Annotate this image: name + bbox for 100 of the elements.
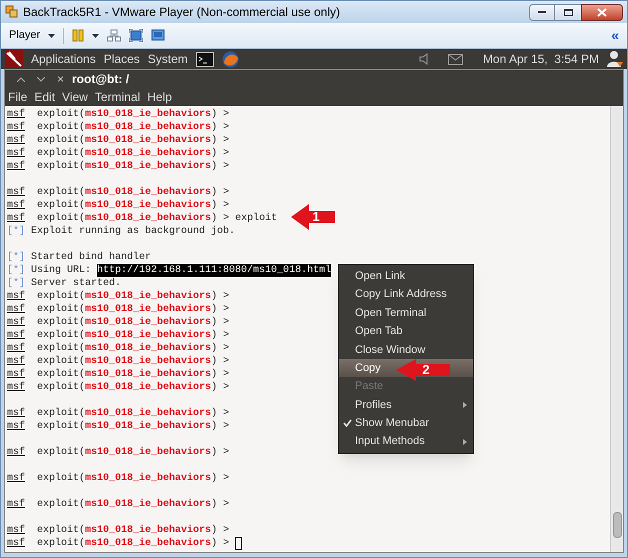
prompt-text: exploit(ms10_018_ie_behaviors) > — [37, 290, 230, 303]
menu-item[interactable]: Terminal — [94, 88, 140, 106]
prompt-text: exploit(ms10_018_ie_behaviors) > — [37, 329, 230, 342]
menu-item[interactable]: View — [62, 88, 88, 106]
browser-icon[interactable] — [222, 50, 239, 68]
prompt-prefix: msf — [7, 355, 26, 368]
info-marker: [*] — [7, 277, 26, 290]
prompt-text: exploit(ms10_018_ie_behaviors) > — [37, 147, 230, 160]
submenu-arrow-icon — [463, 438, 467, 445]
player-menu-button[interactable]: Player — [9, 27, 40, 44]
prompt-prefix: msf — [7, 498, 26, 511]
pause-icon[interactable] — [72, 29, 84, 42]
prompt-prefix: msf — [7, 537, 26, 550]
prompt-prefix: msf — [7, 342, 26, 355]
prompt-prefix: msf — [7, 446, 26, 459]
prompt-text: exploit(ms10_018_ie_behaviors) > — [37, 199, 230, 212]
output-text: Started bind handler — [31, 251, 152, 264]
prompt-text: exploit(ms10_018_ie_behaviors) > — [37, 160, 230, 173]
prompt-text: exploit(ms10_018_ie_behaviors) > — [37, 108, 230, 121]
prompt-text: exploit(ms10_018_ie_behaviors) > — [37, 498, 230, 511]
prompt-prefix: msf — [7, 368, 26, 381]
context-menu-item[interactable]: Input Methods — [339, 432, 473, 451]
output-text: Server started. — [31, 277, 122, 290]
callout-arrow: 2 — [396, 359, 450, 381]
prompt-text: exploit(ms10_018_ie_behaviors) > — [37, 368, 230, 381]
submenu-arrow-icon — [463, 402, 467, 408]
terminal-icon[interactable] — [196, 52, 214, 66]
prompt-prefix: msf — [7, 147, 26, 160]
maximize-button[interactable] — [555, 4, 581, 20]
panel-menu[interactable]: System — [148, 50, 188, 68]
context-menu-item[interactable]: Open Terminal — [339, 304, 473, 322]
menu-item[interactable]: Help — [147, 88, 172, 106]
fullscreen-icon[interactable] — [129, 29, 144, 42]
info-marker: [*] — [7, 264, 26, 277]
callout-arrow: 1 — [291, 204, 335, 230]
caret-icon — [48, 34, 56, 38]
window-title: BackTrack5R1 - VMware Player (Non-commercial use only) — [23, 4, 340, 21]
close-icon — [597, 8, 607, 16]
prompt-prefix: msf — [7, 316, 26, 329]
prompt-prefix: msf — [7, 524, 26, 537]
context-menu-item[interactable]: Close Window — [339, 340, 473, 359]
prompt-text: exploit(ms10_018_ie_behaviors) > — [37, 186, 230, 199]
prompt-prefix: msf — [7, 329, 26, 342]
prompt-text: exploit(ms10_018_ie_behaviors) > — [37, 524, 230, 537]
command-text: exploit — [235, 212, 278, 225]
scrollbar[interactable] — [610, 106, 623, 552]
prompt-prefix: msf — [7, 121, 26, 134]
close-button[interactable] — [581, 4, 623, 20]
minimize-button[interactable] — [529, 4, 555, 20]
clock[interactable]: Mon Apr 15, 3:54 PM — [482, 50, 599, 68]
dragon-logo-icon[interactable] — [5, 50, 23, 68]
prompt-prefix: msf — [7, 420, 26, 433]
url-link[interactable]: http://192.168.1.111:8080/ms10_018.html — [97, 264, 332, 277]
speaker-icon[interactable] — [418, 53, 428, 65]
scrollbar-thumb[interactable] — [612, 512, 622, 538]
prompt-prefix: msf — [7, 160, 26, 173]
prompt-text: exploit(ms10_018_ie_behaviors) > — [37, 342, 230, 355]
context-menu-item[interactable]: Copy Link Address — [339, 285, 473, 304]
prompt-prefix: msf — [7, 108, 26, 121]
prompt-text: exploit(ms10_018_ie_behaviors) > — [37, 420, 230, 433]
prompt-text: exploit(ms10_018_ie_behaviors) > — [37, 472, 230, 485]
prompt-prefix: msf — [7, 199, 26, 212]
context-menu-item[interactable]: Profiles — [339, 396, 473, 414]
prompt-prefix: msf — [7, 381, 26, 394]
caret-icon[interactable] — [92, 34, 100, 38]
user-icon[interactable] — [607, 50, 623, 68]
unity-icon[interactable] — [151, 29, 166, 42]
info-marker: [*] — [7, 225, 26, 238]
menu-item[interactable]: Edit — [34, 88, 56, 106]
context-menu-item[interactable]: Open Tab — [339, 322, 473, 341]
network-icon[interactable] — [107, 29, 122, 42]
context-menu-item[interactable]: Show Menubar — [339, 414, 473, 433]
collapse-button[interactable]: « — [611, 25, 619, 46]
prompt-prefix: msf — [7, 407, 26, 420]
context-menu-item[interactable]: Open Link — [339, 267, 473, 286]
check-icon — [343, 419, 352, 428]
prompt-text: exploit(ms10_018_ie_behaviors) > — [37, 121, 230, 134]
prompt-text: exploit(ms10_018_ie_behaviors) > — [37, 381, 230, 394]
prompt-prefix: msf — [7, 472, 26, 485]
prompt-prefix: msf — [7, 303, 26, 316]
prompt-text: exploit(ms10_018_ie_behaviors) > — [37, 537, 230, 550]
terminal-tab[interactable]: root@bt: / — [72, 70, 130, 88]
prompt-text: exploit(ms10_018_ie_behaviors) > — [37, 407, 230, 420]
prompt-text: exploit(ms10_018_ie_behaviors) > — [37, 134, 230, 147]
prompt-text: exploit(ms10_018_ie_behaviors) > — [37, 355, 230, 368]
mail-icon[interactable] — [448, 54, 463, 64]
info-marker: [*] — [7, 251, 26, 264]
output-text: Exploit running as background job. — [31, 225, 236, 238]
prompt-text: exploit(ms10_018_ie_behaviors) > — [37, 446, 230, 459]
output-text: Using URL: — [31, 264, 92, 277]
app-icon — [5, 5, 19, 19]
panel-menu[interactable]: Applications — [31, 50, 96, 68]
prompt-text: exploit(ms10_018_ie_behaviors) > — [37, 316, 230, 329]
tab-close-button[interactable]: × — [57, 70, 64, 88]
panel-menu[interactable]: Places — [104, 50, 140, 68]
prompt-text: exploit(ms10_018_ie_behaviors) > — [37, 303, 230, 316]
prompt-prefix: msf — [7, 212, 26, 225]
prompt-prefix: msf — [7, 134, 26, 147]
menu-item[interactable]: File — [8, 88, 28, 106]
prompt-prefix: msf — [7, 290, 26, 303]
